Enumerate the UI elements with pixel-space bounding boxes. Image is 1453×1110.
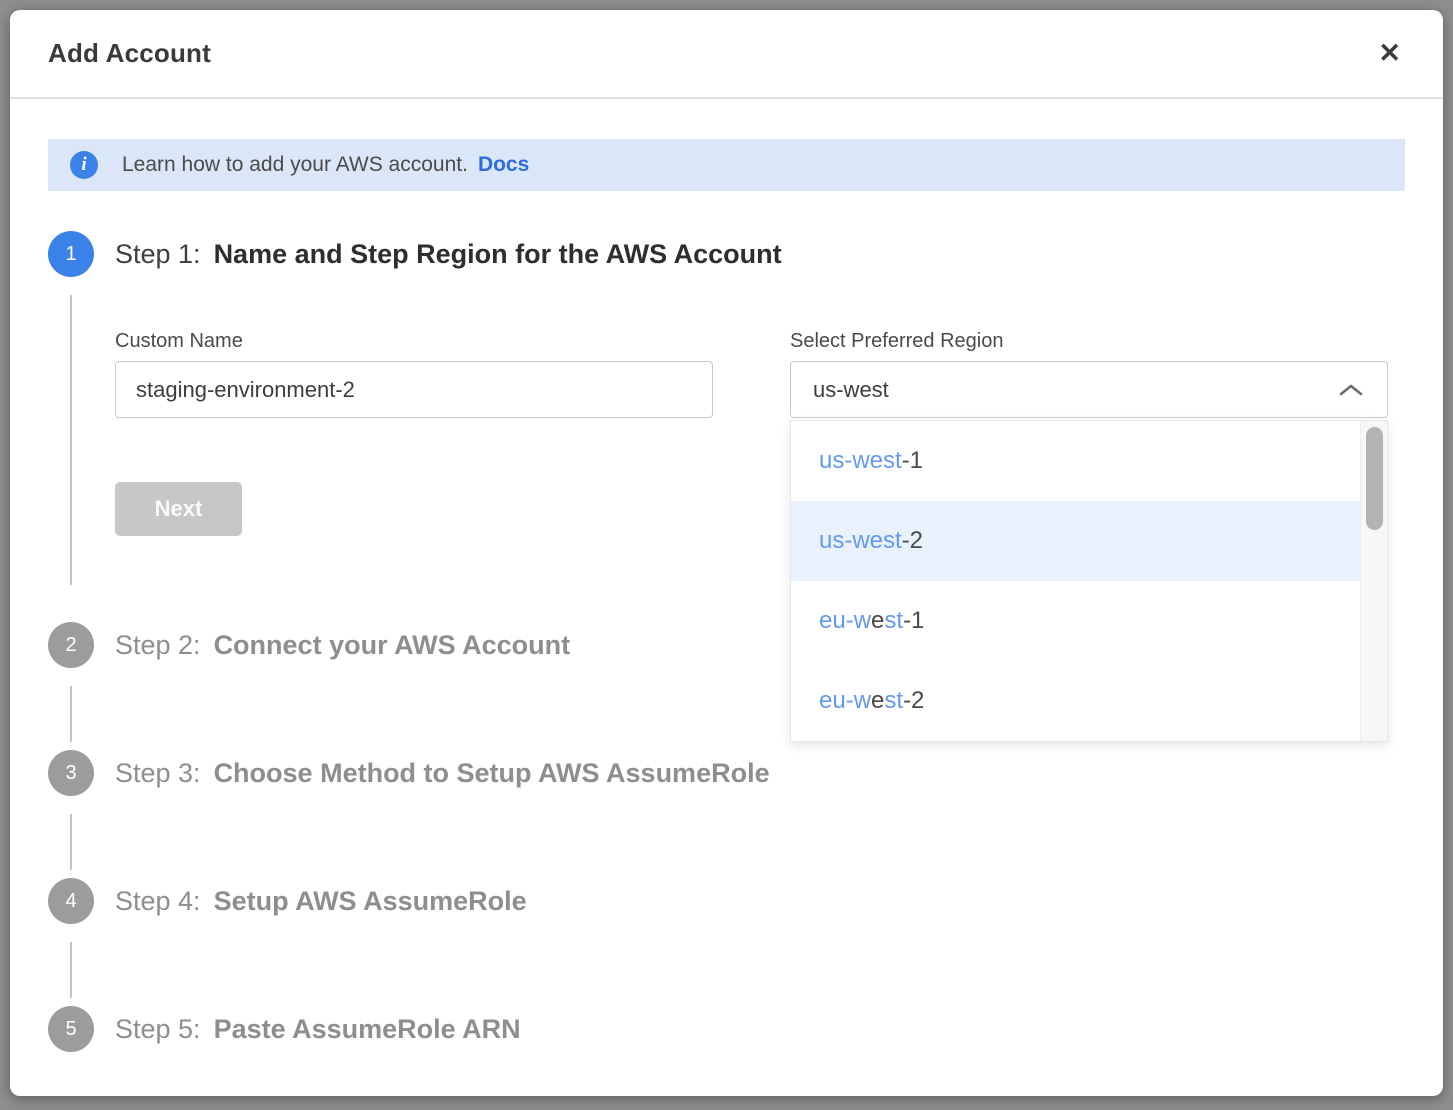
step-2-label: Step 2: Connect your AWS Account xyxy=(115,630,570,661)
region-dropdown: us-west-1 us-west-2 eu-west-1 eu-west-2 xyxy=(790,420,1388,742)
dropdown-scrollbar-thumb[interactable] xyxy=(1366,427,1383,530)
step-2-prefix: Step 2: xyxy=(115,630,201,660)
step-5-badge: 5 xyxy=(48,1006,94,1052)
step-4-header: 4 Step 4: Setup AWS AssumeRole xyxy=(48,878,527,924)
step-1-header: 1 Step 1: Name and Step Region for the AW… xyxy=(48,231,782,277)
region-select-value: us-west xyxy=(813,377,889,403)
custom-name-input[interactable] xyxy=(115,361,713,418)
region-option-eu-west-1[interactable]: eu-west-1 xyxy=(791,581,1387,661)
step-5-prefix: Step 5: xyxy=(115,1014,201,1044)
step-2-badge: 2 xyxy=(48,622,94,668)
next-button[interactable]: Next xyxy=(115,482,242,536)
option-rest-text: e xyxy=(871,687,884,714)
dropdown-scrollbar-track[interactable] xyxy=(1360,421,1387,741)
region-option-eu-west-2[interactable]: eu-west-2 xyxy=(791,661,1387,741)
modal-header: Add Account ✕ xyxy=(10,10,1443,99)
info-banner-text: Learn how to add your AWS account. xyxy=(122,153,468,177)
option-rest-text: -1 xyxy=(903,607,924,634)
step-connector xyxy=(70,814,72,870)
option-rest-text: -2 xyxy=(903,687,924,714)
step-4-label: Step 4: Setup AWS AssumeRole xyxy=(115,886,527,917)
chevron-up-icon xyxy=(1337,381,1365,399)
option-match-text: st xyxy=(884,607,903,634)
info-icon: i xyxy=(70,151,98,179)
step-4-title: Setup AWS AssumeRole xyxy=(214,886,527,916)
close-icon[interactable]: ✕ xyxy=(1374,36,1405,71)
step-3-title: Choose Method to Setup AWS AssumeRole xyxy=(214,758,770,788)
region-option-us-west-2[interactable]: us-west-2 xyxy=(791,501,1387,581)
region-select[interactable]: us-west xyxy=(790,361,1388,418)
step-connector xyxy=(70,686,72,742)
step-3-badge: 3 xyxy=(48,750,94,796)
option-match-text: us-west xyxy=(819,527,902,554)
step-5-label: Step 5: Paste AssumeRole ARN xyxy=(115,1014,521,1045)
step-3-label: Step 3: Choose Method to Setup AWS Assume… xyxy=(115,758,770,789)
option-match-text: eu-w xyxy=(819,687,871,714)
step-3-header: 3 Step 3: Choose Method to Setup AWS Assu… xyxy=(48,750,770,796)
option-rest-text: -1 xyxy=(902,447,923,474)
option-rest-text: e xyxy=(871,607,884,634)
step-connector xyxy=(70,942,72,998)
option-rest-text: -2 xyxy=(902,527,923,554)
option-match-text: eu-w xyxy=(819,607,871,634)
region-label: Select Preferred Region xyxy=(790,330,1003,353)
option-match-text: st xyxy=(884,687,903,714)
add-account-modal: Add Account ✕ i Learn how to add your AW… xyxy=(10,10,1443,1096)
step-4-badge: 4 xyxy=(48,878,94,924)
step-connector xyxy=(70,295,72,585)
step-5-title: Paste AssumeRole ARN xyxy=(214,1014,521,1044)
step-3-prefix: Step 3: xyxy=(115,758,201,788)
step-1-prefix: Step 1: xyxy=(115,239,201,269)
step-2-title: Connect your AWS Account xyxy=(214,630,571,660)
docs-link[interactable]: Docs xyxy=(478,153,529,177)
region-option-us-west-1[interactable]: us-west-1 xyxy=(791,421,1387,501)
option-match-text: us-west xyxy=(819,447,902,474)
step-1-label: Step 1: Name and Step Region for the AWS … xyxy=(115,239,782,270)
step-4-prefix: Step 4: xyxy=(115,886,201,916)
info-banner: i Learn how to add your AWS account. Doc… xyxy=(48,139,1405,191)
step-1-title: Name and Step Region for the AWS Account xyxy=(214,239,782,269)
step-2-header: 2 Step 2: Connect your AWS Account xyxy=(48,622,570,668)
custom-name-label: Custom Name xyxy=(115,330,243,353)
step-5-header: 5 Step 5: Paste AssumeRole ARN xyxy=(48,1006,521,1052)
page-title: Add Account xyxy=(48,38,211,69)
step-1-badge: 1 xyxy=(48,231,94,277)
